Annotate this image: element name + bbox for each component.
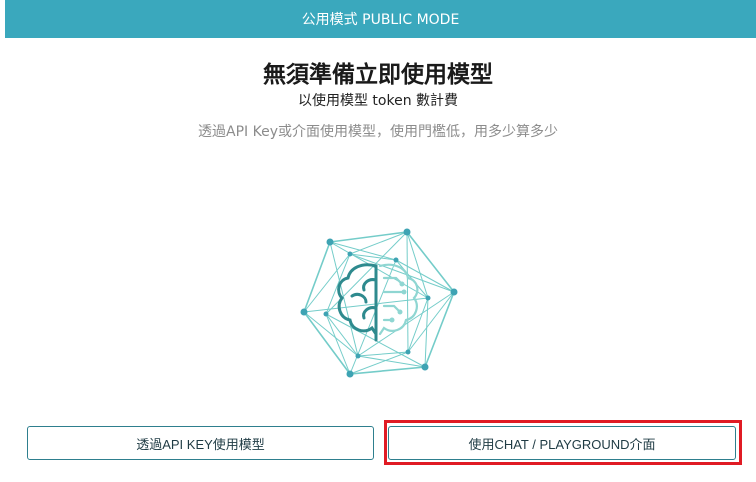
page-title: 無須準備立即使用模型 xyxy=(263,62,493,88)
ai-brain-network-icon xyxy=(292,222,464,384)
use-chat-playground-button[interactable]: 使用CHAT / PLAYGROUND介面 xyxy=(388,426,736,460)
page-description: 透過API Key或介面使用模型，使用門檻低，用多少算多少 xyxy=(198,124,558,140)
page-subtitle: 以使用模型 token 數計費 xyxy=(297,93,459,109)
use-api-key-button[interactable]: 透過API KEY使用模型 xyxy=(27,426,374,460)
public-mode-banner: 公用模式 PUBLIC MODE xyxy=(5,0,756,38)
banner-label: 公用模式 PUBLIC MODE xyxy=(301,12,460,28)
